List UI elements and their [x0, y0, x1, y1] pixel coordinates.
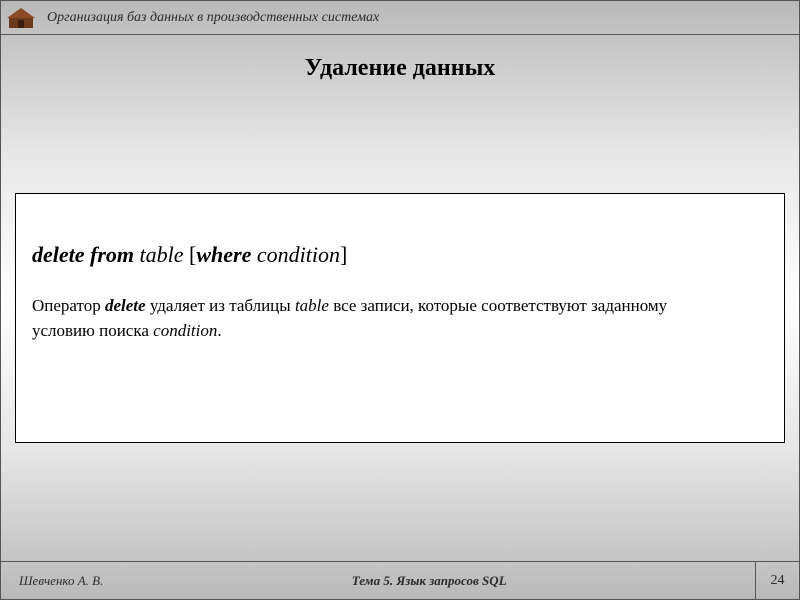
- description: Оператор delete удаляет из таблицы table…: [32, 294, 732, 343]
- logo-icon: [5, 5, 37, 31]
- desc-mid1: удаляет из таблицы: [146, 296, 295, 315]
- slide-title: Удаление данных: [1, 55, 799, 82]
- kw-where: where: [196, 242, 251, 267]
- author: Шевченко А. В.: [1, 573, 103, 589]
- syntax-table: table: [140, 242, 184, 267]
- header-bar: Организация баз данных в производственны…: [1, 1, 799, 35]
- footer-bar: Шевченко А. В. Тема 5. Язык запросов SQL…: [1, 561, 799, 599]
- desc-post: .: [217, 321, 221, 340]
- desc-kw-delete: delete: [105, 296, 146, 315]
- bracket-open: [: [184, 242, 197, 267]
- content-box: delete from table [where condition] Опер…: [15, 193, 785, 443]
- desc-pre: Оператор: [32, 296, 105, 315]
- syntax-condition: condition: [251, 242, 340, 267]
- course-title: Организация баз данных в производственны…: [47, 10, 379, 26]
- topic: Тема 5. Язык запросов SQL: [103, 573, 755, 589]
- kw-delete-from: delete from: [32, 242, 134, 267]
- bracket-close: ]: [340, 242, 347, 267]
- desc-em-condition: condition: [153, 321, 217, 340]
- page-number: 24: [755, 562, 799, 599]
- slide: Организация баз данных в производственны…: [0, 0, 800, 600]
- syntax-line: delete from table [where condition]: [32, 242, 768, 268]
- desc-em-table: table: [295, 296, 329, 315]
